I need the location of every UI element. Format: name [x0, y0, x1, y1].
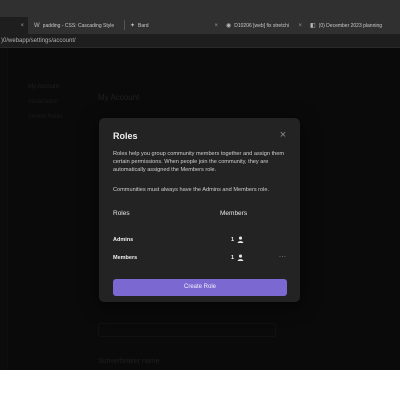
tab-padding-css[interactable]: W padding - CSS: Cascading Style [30, 17, 122, 34]
person-icon [237, 236, 244, 243]
tab-title: (0) December 2023 planning [318, 22, 383, 29]
dialog-note: Communities must always have the Admins … [113, 187, 270, 193]
wikipedia-favicon-icon: W [34, 22, 40, 29]
address-bar[interactable]: )0/webapp/settings/account/ [0, 34, 400, 48]
browser-window: × W padding - CSS: Cascading Style ✦ Bar… [0, 0, 400, 370]
more-options-icon[interactable]: ··· [279, 254, 287, 260]
person-icon [237, 254, 244, 261]
github-favicon-icon: ◉ [226, 23, 232, 29]
role-name: Members [113, 255, 138, 261]
tab-fix-stretch[interactable]: ◉ D10206 [web] fix stretchi × [222, 17, 306, 34]
dialog-title: Roles [113, 131, 138, 141]
url-text[interactable]: )0/webapp/settings/account/ [0, 36, 400, 46]
bard-sparkle-icon: ✦ [130, 23, 136, 29]
role-row-admins[interactable]: Admins 1 [99, 231, 300, 249]
tab-bard[interactable]: ✦ Bard × [126, 17, 222, 34]
member-count: 1 [231, 255, 235, 261]
member-count: 1 [231, 237, 235, 243]
column-header-roles: Roles [113, 210, 130, 217]
dialog-description: Roles help you group community members t… [113, 151, 285, 174]
role-row-members[interactable]: Members 1 ··· [99, 249, 300, 267]
tab-current[interactable]: × [0, 17, 28, 34]
close-icon[interactable]: × [277, 129, 289, 141]
tab-title: D10206 [web] fix stretchi [234, 22, 289, 29]
tab-title: padding - CSS: Cascading Style [42, 22, 115, 29]
tab-divider [124, 20, 125, 30]
column-header-members: Members [220, 210, 248, 217]
role-name: Admins [113, 237, 134, 243]
close-tab-icon[interactable]: × [298, 23, 302, 29]
close-tab-icon[interactable]: × [20, 23, 24, 29]
close-tab-icon[interactable]: × [214, 23, 218, 29]
tab-strip: × W padding - CSS: Cascading Style ✦ Bar… [0, 0, 400, 34]
document-favicon-icon: ◧ [310, 23, 316, 29]
tab-december-planning[interactable]: ◧ (0) December 2023 planning [306, 17, 400, 34]
roles-dialog: Roles × Roles help you group community m… [99, 118, 300, 302]
create-role-button[interactable]: Create Role [113, 279, 287, 296]
tab-title: Bard [138, 22, 149, 29]
